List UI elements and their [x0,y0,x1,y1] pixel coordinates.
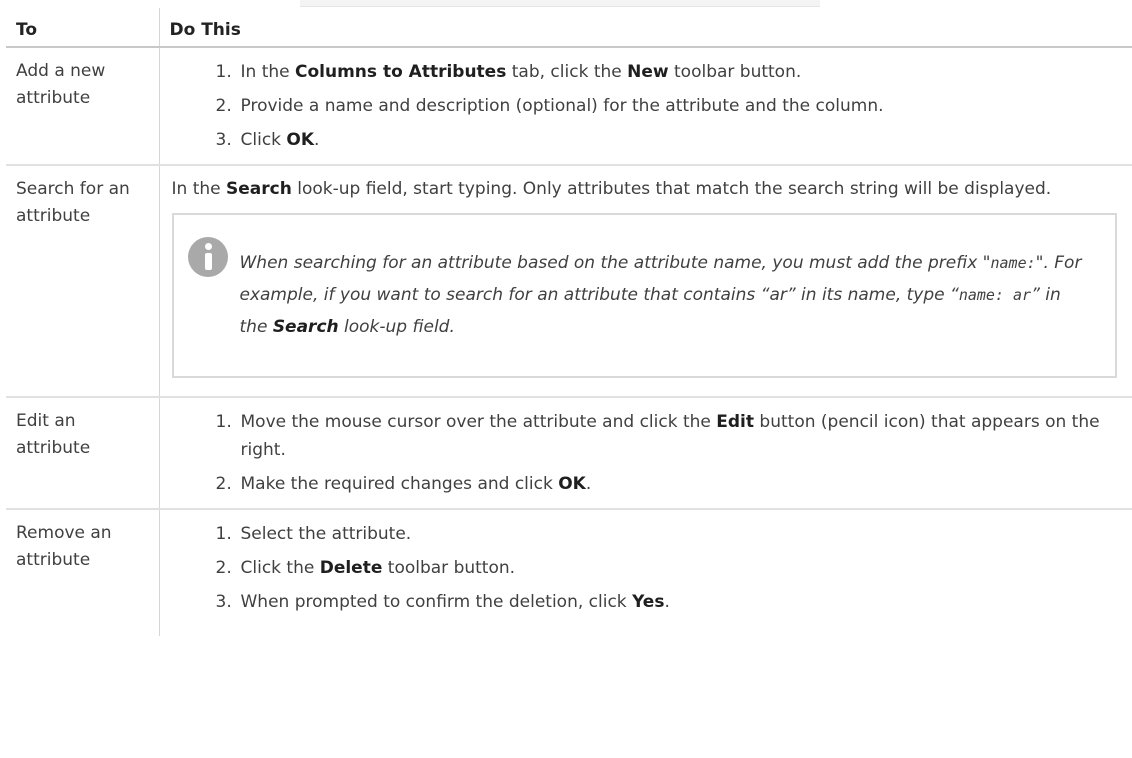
table-row: Search for an attribute In the Search lo… [6,165,1132,398]
steps-list: 1. Select the attribute. 2. Click the De… [172,520,1123,616]
step-item: 1. Move the mouse cursor over the attrib… [215,412,1100,460]
search-instructions: In the Search look-up field, start typin… [171,179,1052,199]
step-item: 2. Click the Delete toolbar button. [215,558,516,578]
row-steps-add: 1. In the Columns to Attributes tab, cli… [159,47,1132,166]
row-steps-search: In the Search look-up field, start typin… [159,165,1132,398]
step-item: 1. In the Columns to Attributes tab, cli… [215,62,802,82]
table-row: Remove an attribute 1. Select the attrib… [6,509,1132,636]
cropped-caption-fragment [300,0,820,7]
step-item: 2. Make the required changes and click O… [215,474,592,494]
table-header-row: To Do This [6,8,1132,48]
steps-list: 1. In the Columns to Attributes tab, cli… [172,58,1123,154]
row-action-edit: Edit an attribute [6,397,160,510]
row-steps-edit: 1. Move the mouse cursor over the attrib… [159,397,1132,510]
row-action-search: Search for an attribute [6,165,160,398]
table-continuation [172,616,1123,626]
row-steps-remove: 1. Select the attribute. 2. Click the De… [159,509,1132,636]
step-item: 3. When prompted to confirm the deletion… [215,592,670,612]
header-do-this: Do This [159,8,1132,48]
steps-list: 1. Move the mouse cursor over the attrib… [172,408,1123,498]
step-item: 3. Click OK. [215,130,320,150]
step-item: 2. Provide a name and description (optio… [215,96,884,116]
table-row: Add a new attribute 1. In the Columns to… [6,47,1132,166]
header-to: To [6,8,160,48]
document-page: To Do This Add a new attribute 1. In the… [0,0,1132,758]
row-action-add: Add a new attribute [6,47,160,166]
row-action-remove: Remove an attribute [6,509,160,636]
info-icon [187,237,228,277]
step-item: 1. Select the attribute. [215,524,412,544]
note-box: When searching for an attribute based on… [171,213,1117,378]
table-row: Edit an attribute 1. Move the mouse curs… [6,397,1132,510]
attributes-actions-table: To Do This Add a new attribute 1. In the… [6,8,1132,636]
